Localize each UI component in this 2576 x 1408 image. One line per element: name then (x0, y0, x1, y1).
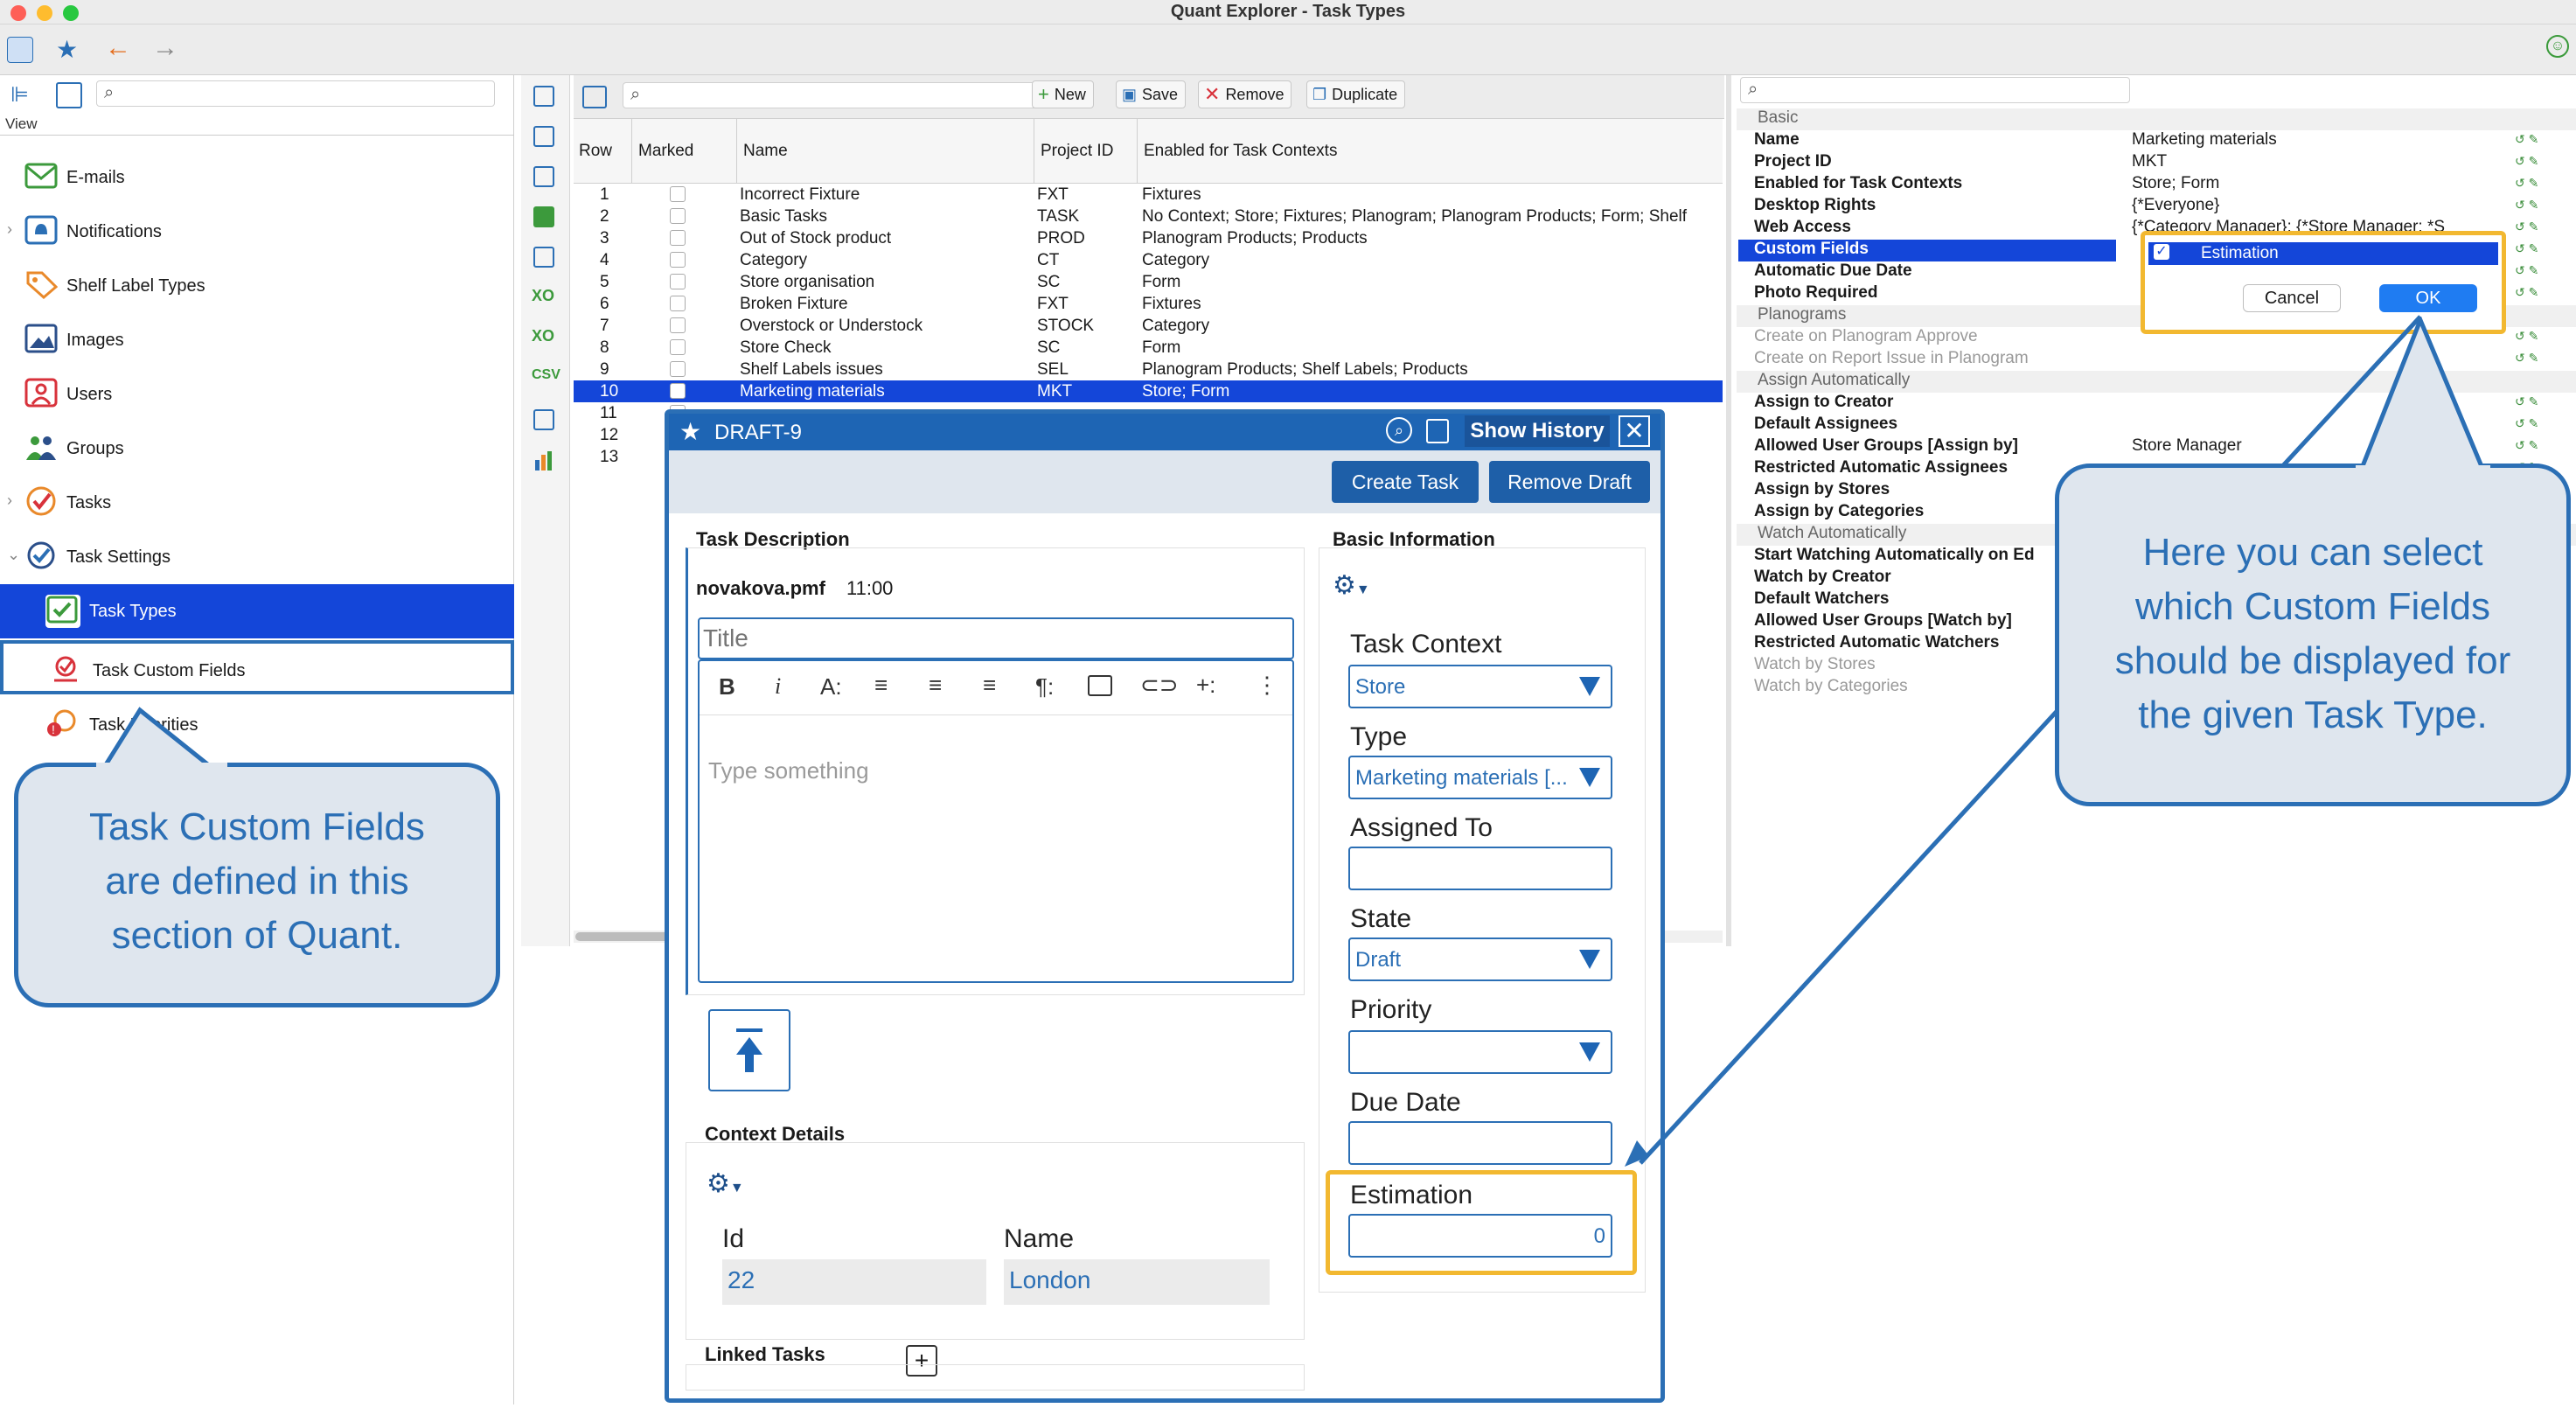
callout-line: should be displayed for (2114, 639, 2511, 682)
callout-line: are defined in this (105, 860, 409, 903)
right-callout: Here you can select which Custom Fields … (2055, 464, 2571, 806)
callout-line: which Custom Fields (2135, 585, 2490, 628)
left-callout: Task Custom Fields are defined in this s… (14, 763, 500, 1007)
callout-line: Task Custom Fields (89, 805, 425, 848)
right-callout-pointer (2356, 317, 2490, 472)
annotation-arrowhead (1625, 1140, 1649, 1167)
callout-line: section of Quant. (111, 914, 403, 957)
callout-line: Here you can select (2142, 531, 2483, 574)
left-callout-pointer (96, 707, 227, 768)
callout-line: the given Task Type. (2138, 694, 2488, 736)
